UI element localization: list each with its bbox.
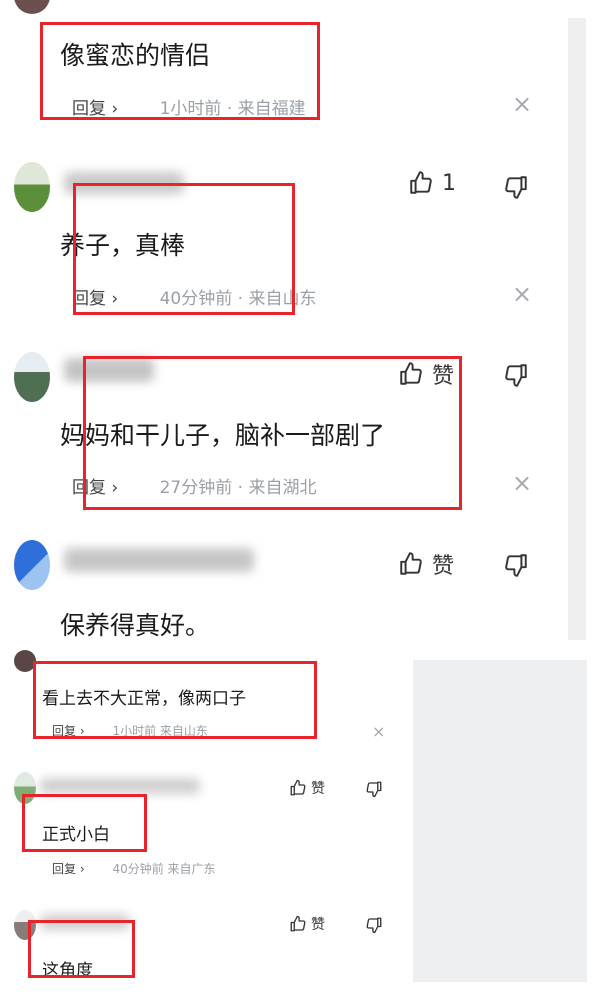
highlight-box [22,794,147,852]
thumbs-down-icon[interactable] [365,916,383,934]
avatar[interactable] [14,0,50,14]
like-button[interactable]: 赞 [398,548,454,580]
username-blurred [64,548,254,572]
thumbs-down-icon[interactable] [503,174,529,200]
username-blurred [40,778,200,794]
highlight-box [40,22,320,120]
comment-meta: 回复 › 40分钟前 来自广东 [52,860,216,877]
like-button[interactable]: 1 [408,170,456,196]
highlight-box [73,183,295,315]
close-icon[interactable]: × [512,90,532,118]
avatar[interactable] [14,162,50,212]
close-icon[interactable]: × [512,469,532,497]
scrollbar[interactable] [568,18,586,640]
like-label: 赞 [311,781,325,797]
avatar[interactable] [14,352,50,402]
highlight-box [28,920,135,978]
thumbs-up-icon [289,915,307,933]
thumbs-down-icon[interactable] [503,552,529,578]
reply-button[interactable]: 回复 › [52,862,85,876]
close-icon[interactable]: × [512,280,532,308]
avatar[interactable] [14,540,50,590]
comment-text: 保养得真好。 [60,611,211,640]
thumbs-down-icon[interactable] [365,780,383,798]
timestamp-location: 40分钟前 来自广东 [112,862,216,876]
highlight-box [83,356,462,510]
highlight-box [33,661,317,739]
close-icon[interactable]: × [372,722,385,741]
side-panel [413,660,587,982]
like-label: 赞 [311,917,325,933]
like-count: 1 [442,170,456,196]
thumbs-down-icon[interactable] [503,362,529,388]
thumbs-up-icon [289,779,307,797]
like-button[interactable]: 赞 [289,914,325,934]
like-button[interactable]: 赞 [289,778,325,798]
thumbs-up-icon [398,551,424,577]
thumbs-up-icon [408,170,434,196]
like-label: 赞 [432,554,455,579]
